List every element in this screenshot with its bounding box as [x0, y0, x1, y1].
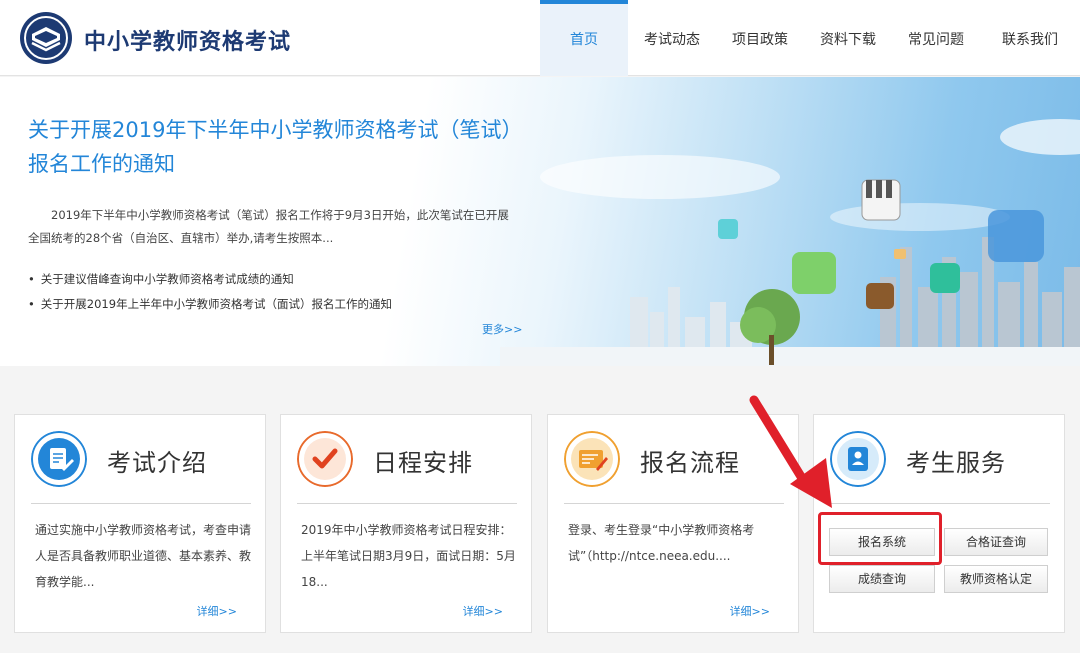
city-cubes-illustration — [500, 119, 1080, 366]
card-title: 日程安排 — [373, 449, 473, 477]
banner-headline-link[interactable]: 关于开展2019年下半年中小学教师资格考试（笔试）报名工作的通知 — [28, 113, 518, 181]
contact-book-icon — [830, 431, 886, 487]
score-query-button[interactable]: 成绩查询 — [829, 565, 935, 593]
nav-item-policy[interactable]: 项目政策 — [716, 0, 804, 76]
book-shield-logo-icon[interactable] — [18, 10, 74, 66]
card-more-link[interactable]: 详细>> — [463, 603, 503, 619]
card-title: 报名流程 — [640, 449, 740, 477]
divider — [31, 503, 251, 504]
news-link[interactable]: 关于开展2019年上半年中小学教师资格考试（面试）报名工作的通知 — [28, 292, 392, 317]
main-nav: 首页 考试动态 项目政策 资料下载 常见问题 联系我们 — [540, 0, 1080, 76]
divider — [830, 503, 1050, 504]
nav-item-contact[interactable]: 联系我们 — [980, 0, 1080, 76]
site-title: 中小学教师资格考试 — [84, 30, 292, 55]
banner-news-list: 关于建议借峰查询中小学教师资格考试成绩的通知 关于开展2019年上半年中小学教师… — [28, 267, 392, 317]
highlight-box — [818, 512, 942, 565]
card-more-link[interactable]: 详细>> — [197, 603, 237, 619]
card-header: 考生服务 — [814, 415, 1064, 503]
checkmark-icon — [297, 431, 353, 487]
certificate-query-button[interactable]: 合格证查询 — [944, 528, 1048, 556]
document-edit-icon — [31, 431, 87, 487]
nav-item-exam-news[interactable]: 考试动态 — [628, 0, 716, 76]
card-header[interactable]: 日程安排 — [281, 415, 531, 503]
divider — [564, 503, 784, 504]
banner-more-link[interactable]: 更多>> — [482, 321, 522, 337]
card-title: 考试介绍 — [107, 449, 207, 477]
news-banner: 关于开展2019年下半年中小学教师资格考试（笔试）报名工作的通知 2019年下半… — [0, 77, 1080, 366]
card-text: 2019年中小学教师资格考试日程安排：上半年笔试日期3月9日，面试日期：5月18… — [301, 523, 516, 589]
divider — [297, 503, 517, 504]
news-link[interactable]: 关于建议借峰查询中小学教师资格考试成绩的通知 — [28, 267, 392, 292]
site-header: 中小学教师资格考试 首页 考试动态 项目政策 资料下载 常见问题 联系我们 — [0, 0, 1080, 76]
banner-description: 2019年下半年中小学教师资格考试（笔试）报名工作将于9月3日开始，此次笔试在已… — [28, 208, 509, 245]
card-schedule: 日程安排 2019年中小学教师资格考试日程安排：上半年笔试日期3月9日，面试日期… — [280, 414, 532, 633]
card-title: 考生服务 — [906, 449, 1006, 477]
card-header[interactable]: 报名流程 — [548, 415, 798, 503]
nav-item-downloads[interactable]: 资料下载 — [804, 0, 892, 76]
card-more-link[interactable]: 详细>> — [730, 603, 770, 619]
card-header[interactable]: 考试介绍 — [15, 415, 265, 503]
card-text: 登录、考生登录“中小学教师资格考试”（http://ntce.neea.edu.… — [568, 523, 755, 563]
card-exam-intro: 考试介绍 通过实施中小学教师资格考试，考查申请人是否具备教师职业道德、基本素养、… — [14, 414, 266, 633]
nav-item-faq[interactable]: 常见问题 — [892, 0, 980, 76]
teacher-certification-button[interactable]: 教师资格认定 — [944, 565, 1048, 593]
nav-item-home[interactable]: 首页 — [540, 0, 628, 76]
card-text: 通过实施中小学教师资格考试，考查申请人是否具备教师职业道德、基本素养、教育教学能… — [35, 523, 252, 589]
card-registration-process: 报名流程 登录、考生登录“中小学教师资格考试”（http://ntce.neea… — [547, 414, 799, 633]
form-pencil-icon — [564, 431, 620, 487]
